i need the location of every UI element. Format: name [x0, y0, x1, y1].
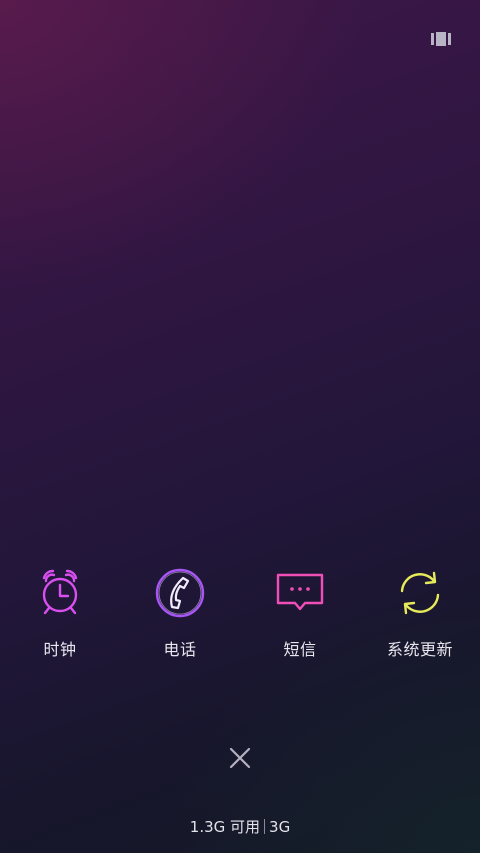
close-button[interactable] — [222, 740, 258, 776]
message-icon — [273, 566, 327, 620]
alarm-clock-icon — [33, 566, 87, 620]
recent-apps-row: 时钟 电话 短信 系统更新 — [0, 566, 480, 666]
app-clock-label: 时钟 — [43, 640, 77, 659]
app-clock[interactable]: 时钟 — [0, 566, 120, 666]
app-system-update[interactable]: 系统更新 — [360, 566, 480, 666]
sync-icon — [393, 566, 447, 620]
app-system-update-label: 系统更新 — [386, 640, 453, 659]
memory-info: 1.3G 可用 3G — [0, 816, 480, 837]
phone-icon — [153, 566, 207, 620]
app-sms-label: 短信 — [283, 640, 317, 659]
memory-available: 1.3G 可用 — [189, 818, 261, 836]
app-phone[interactable]: 电话 — [120, 566, 240, 666]
close-icon — [229, 747, 251, 769]
memory-total: 3G — [269, 818, 291, 836]
app-phone-label: 电话 — [163, 640, 197, 659]
memory-divider — [264, 819, 266, 834]
recents-grid-icon[interactable] — [431, 31, 451, 46]
app-sms[interactable]: 短信 — [240, 566, 360, 666]
